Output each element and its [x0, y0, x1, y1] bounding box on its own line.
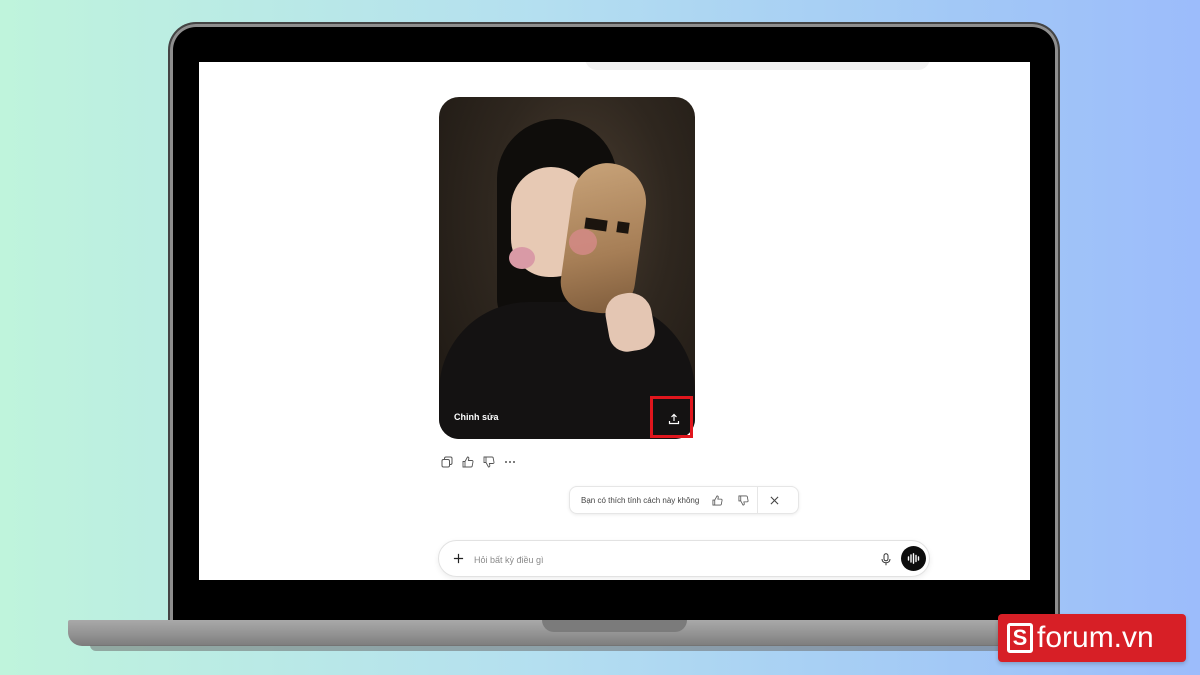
image-mask-eye	[616, 221, 630, 234]
logo-text: forum.vn	[1037, 621, 1154, 654]
message-input[interactable]	[472, 550, 856, 570]
message-actions	[439, 454, 517, 470]
image-mask-cheek	[569, 229, 597, 255]
more-icon	[504, 461, 515, 463]
generated-image-card[interactable]: Chỉnh sửa	[439, 97, 695, 439]
attach-button[interactable]	[451, 551, 465, 565]
feedback-divider	[757, 486, 759, 514]
previous-message-bubble	[585, 62, 930, 70]
edit-image-button[interactable]: Chỉnh sửa	[454, 412, 499, 422]
copy-button[interactable]	[439, 454, 454, 470]
feedback-dislike-button[interactable]	[736, 493, 750, 507]
logo-mark: S	[1007, 623, 1033, 653]
chat-screen: Chỉnh sửa Bạn có thích tính cách này khô…	[199, 62, 1030, 580]
dislike-button[interactable]	[481, 454, 496, 470]
plus-icon	[453, 553, 463, 563]
voice-mode-button[interactable]	[901, 546, 926, 571]
feedback-like-button[interactable]	[710, 493, 724, 507]
thumbs-up-icon	[462, 456, 473, 468]
feedback-close-button[interactable]	[767, 493, 781, 507]
sforum-logo: S forum.vn	[998, 614, 1186, 662]
copy-icon	[441, 456, 452, 468]
message-composer	[438, 540, 930, 577]
image-flower	[509, 247, 535, 269]
thumbs-down-icon	[483, 456, 494, 468]
share-button-highlight	[650, 396, 693, 438]
voice-wave-icon	[907, 553, 920, 564]
close-icon	[770, 496, 779, 504]
laptop-base-notch	[542, 620, 687, 632]
feedback-question: Bạn có thích tính cách này không	[581, 495, 700, 505]
more-options-button[interactable]	[502, 454, 517, 470]
laptop-base-shadow	[90, 645, 1116, 651]
thumbs-up-icon	[712, 495, 723, 505]
mic-icon	[881, 552, 891, 565]
like-button[interactable]	[460, 454, 475, 470]
dictate-button[interactable]	[879, 551, 893, 567]
personality-feedback-prompt: Bạn có thích tính cách này không	[569, 486, 799, 514]
thumbs-down-icon	[738, 495, 749, 505]
